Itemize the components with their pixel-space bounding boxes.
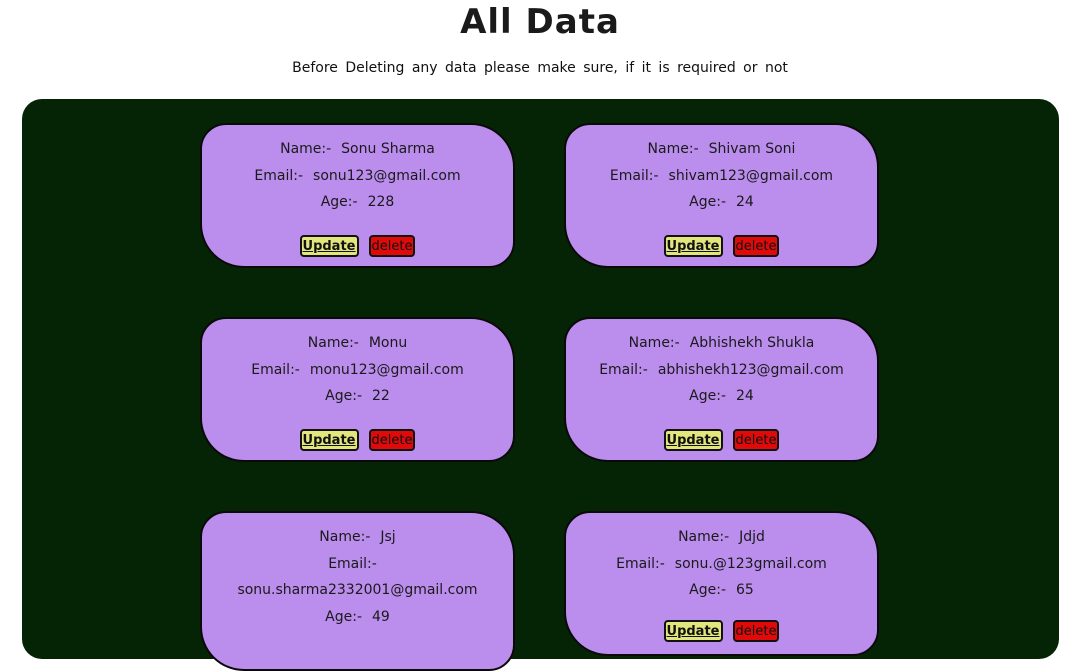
- update-button[interactable]: Update: [663, 235, 723, 257]
- name-value: Shivam Soni: [708, 141, 796, 157]
- email-value-line: sonu.sharma2332001@gmail.com: [202, 577, 513, 604]
- name-line: Name:- Abhishekh Shukla: [566, 330, 877, 357]
- age-line: Age:- 228: [202, 189, 513, 216]
- name-line: Name:- Sonu Sharma: [202, 136, 513, 163]
- age-value: 24: [736, 194, 754, 210]
- record-card: Name:- Sonu Sharma Email:- sonu123@gmail.c…: [200, 123, 515, 268]
- name-label: Name:-: [678, 529, 730, 545]
- age-line: Age:- 49: [202, 604, 513, 631]
- email-line: Email:- abhishekh123@gmail.com: [566, 357, 877, 384]
- email-line: Email:- shivam123@gmail.com: [566, 163, 877, 190]
- update-button[interactable]: Update: [663, 429, 723, 451]
- email-label: Email:-: [251, 361, 300, 378]
- name-value: Abhishekh Shukla: [689, 335, 815, 351]
- email-label: Email:-: [616, 555, 665, 572]
- age-value: 24: [736, 388, 754, 404]
- name-value: Sonu Sharma: [341, 141, 435, 157]
- page-title: All Data: [460, 2, 620, 42]
- update-button[interactable]: Update: [299, 235, 359, 257]
- record-card: Name:- Jsj Email:- sonu.sharma2332001@gma…: [200, 511, 515, 671]
- email-label: Email:-: [254, 167, 304, 184]
- name-label: Name:-: [647, 141, 699, 157]
- age-line: Age:- 65: [566, 577, 877, 604]
- record-card: Name:- Shivam Soni Email:- shivam123@gmail…: [564, 123, 879, 268]
- page-subtitle: Before Deleting any data please make sur…: [292, 60, 788, 76]
- delete-button[interactable]: delete: [732, 429, 780, 451]
- age-label: Age:-: [325, 608, 363, 625]
- age-value: 22: [372, 388, 390, 404]
- name-label: Name:-: [280, 141, 332, 157]
- email-line: Email:- sonu.@123gmail.com: [566, 551, 877, 578]
- name-label: Name:-: [307, 335, 359, 351]
- age-line: Age:- 24: [566, 383, 877, 410]
- name-line: Name:- Jdjd: [566, 524, 877, 551]
- record-card: Name:- Jdjd Email:- sonu.@123gmail.com Age…: [564, 511, 879, 656]
- age-label: Age:-: [325, 388, 363, 404]
- age-value: 49: [372, 608, 390, 625]
- email-value: sonu123@gmail.com: [313, 167, 461, 184]
- name-value: Jsj: [380, 529, 396, 545]
- email-value: shivam123@gmail.com: [668, 167, 834, 184]
- update-button[interactable]: Update: [299, 429, 359, 451]
- name-value: Monu: [368, 335, 408, 351]
- name-line: Name:- Shivam Soni: [566, 136, 877, 163]
- email-value: sonu.sharma2332001@gmail.com: [237, 582, 478, 598]
- record-card: Name:- Monu Email:- monu123@gmail.com Age:…: [200, 317, 515, 462]
- delete-button[interactable]: delete: [368, 429, 416, 451]
- age-value: 65: [736, 582, 754, 598]
- delete-button[interactable]: delete: [368, 235, 416, 257]
- email-value: abhishekh123@gmail.com: [657, 361, 844, 378]
- age-label: Age:-: [689, 582, 727, 598]
- email-line: Email:- monu123@gmail.com: [202, 357, 513, 384]
- age-value: 228: [367, 194, 395, 210]
- name-value: Jdjd: [739, 529, 765, 545]
- email-value: sonu.@123gmail.com: [674, 555, 827, 572]
- email-label: Email:-: [599, 361, 648, 378]
- age-line: Age:- 24: [566, 189, 877, 216]
- email-line: Email:- sonu123@gmail.com: [202, 163, 513, 190]
- records-panel: Name:- Sonu Sharma Email:- sonu123@gmail.c…: [22, 99, 1059, 671]
- delete-button[interactable]: delete: [732, 235, 780, 257]
- name-label: Name:-: [319, 529, 371, 545]
- email-label: Email:-: [328, 555, 377, 572]
- age-label: Age:-: [689, 388, 727, 404]
- update-button[interactable]: Update: [663, 620, 723, 642]
- name-line: Name:- Jsj: [202, 524, 513, 551]
- email-label: Email:-: [609, 167, 659, 184]
- name-label: Name:-: [628, 335, 680, 351]
- email-value: monu123@gmail.com: [309, 361, 464, 378]
- delete-button[interactable]: delete: [732, 620, 780, 642]
- age-label: Age:-: [689, 194, 727, 210]
- age-line: Age:- 22: [202, 383, 513, 410]
- age-label: Age:-: [320, 194, 358, 210]
- email-line: Email:-: [202, 551, 513, 578]
- record-card: Name:- Abhishekh Shukla Email:- abhishekh1…: [564, 317, 879, 462]
- name-line: Name:- Monu: [202, 330, 513, 357]
